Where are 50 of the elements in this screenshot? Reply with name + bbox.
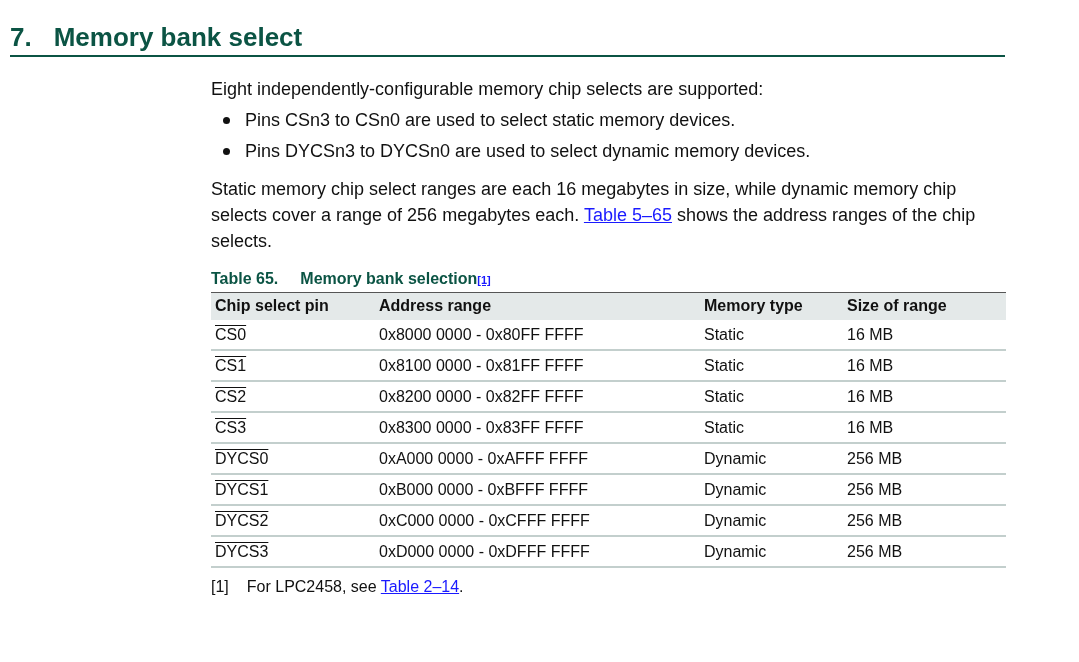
table-cell: Dynamic [700, 443, 843, 474]
column-header: Chip select pin [211, 292, 375, 320]
table-link[interactable]: Table 5–65 [583, 205, 672, 225]
section-number: 7. [10, 22, 32, 53]
column-header: Memory type [700, 292, 843, 320]
bullet-icon [223, 148, 230, 155]
table-cell: 256 MB [843, 505, 1006, 536]
footnote-marker: [1] [211, 578, 229, 596]
table-cell: CS0 [211, 320, 375, 350]
table-cell: Dynamic [700, 474, 843, 505]
table-cell: 16 MB [843, 412, 1006, 443]
table-cell: 0xC000 0000 - 0xCFFF FFFF [375, 505, 700, 536]
table-cell: 0xB000 0000 - 0xBFFF FFFF [375, 474, 700, 505]
table-cell: CS3 [211, 412, 375, 443]
intro-text: Eight independently-configurable memory chip selects are supported: [211, 79, 765, 100]
table-cell: Dynamic [700, 505, 843, 536]
paragraph-text: Static memory chip select ranges are each 16 megabytes in size, while dynamic memory chip selects cover a range of 256 megabytes each. Table 5–65 shows the address ranges of the chip selects. [211, 178, 977, 253]
table-cell: DYCS2 [211, 505, 375, 536]
table-cell: DYCS1 [211, 474, 375, 505]
table-cell: 256 MB [843, 474, 1006, 505]
table-cell: 16 MB [843, 320, 1006, 350]
table-cell: 0xA000 0000 - 0xAFFF FFFF [375, 443, 700, 474]
table-cell: 0x8100 0000 - 0x81FF FFFF [375, 350, 700, 381]
bullet-text: Pins CSn3 to CSn0 are used to select static memory devices. [245, 110, 736, 131]
table-cell: Static [700, 381, 843, 412]
table-cell: Static [700, 320, 843, 350]
table-cell: 256 MB [843, 443, 1006, 474]
table-cell: Static [700, 412, 843, 443]
table-cell: CS1 [211, 350, 375, 381]
table-cell: DYCS0 [211, 443, 375, 474]
section-title: Memory bank select [53, 22, 303, 53]
table-cell: 256 MB [843, 536, 1006, 567]
bullet-icon [223, 117, 230, 124]
table-cell: 16 MB [843, 381, 1006, 412]
table-cell: CS2 [211, 381, 375, 412]
table-cell: 0xD000 0000 - 0xDFFF FFFF [375, 536, 700, 567]
footnote-link[interactable]: [1] [477, 274, 491, 286]
table-cell: 0x8200 0000 - 0x82FF FFFF [375, 381, 700, 412]
column-header: Size of range [843, 292, 1006, 320]
table-cell: 0x8000 0000 - 0x80FF FFFF [375, 320, 700, 350]
table-cell: DYCS3 [211, 536, 375, 567]
table-caption: Memory bank selection [300, 270, 478, 288]
footnote-text: For LPC2458, see Table 2–14. [246, 578, 464, 596]
table-cell: 16 MB [843, 350, 1006, 381]
table-cell: Dynamic [700, 536, 843, 567]
table-cell: Static [700, 350, 843, 381]
table-number: Table 65. [211, 270, 279, 288]
bullet-text: Pins DYCSn3 to DYCSn0 are used to select dynamic memory devices. [245, 141, 811, 162]
table-cell: 0x8300 0000 - 0x83FF FFFF [375, 412, 700, 443]
column-header: Address range [375, 292, 700, 320]
